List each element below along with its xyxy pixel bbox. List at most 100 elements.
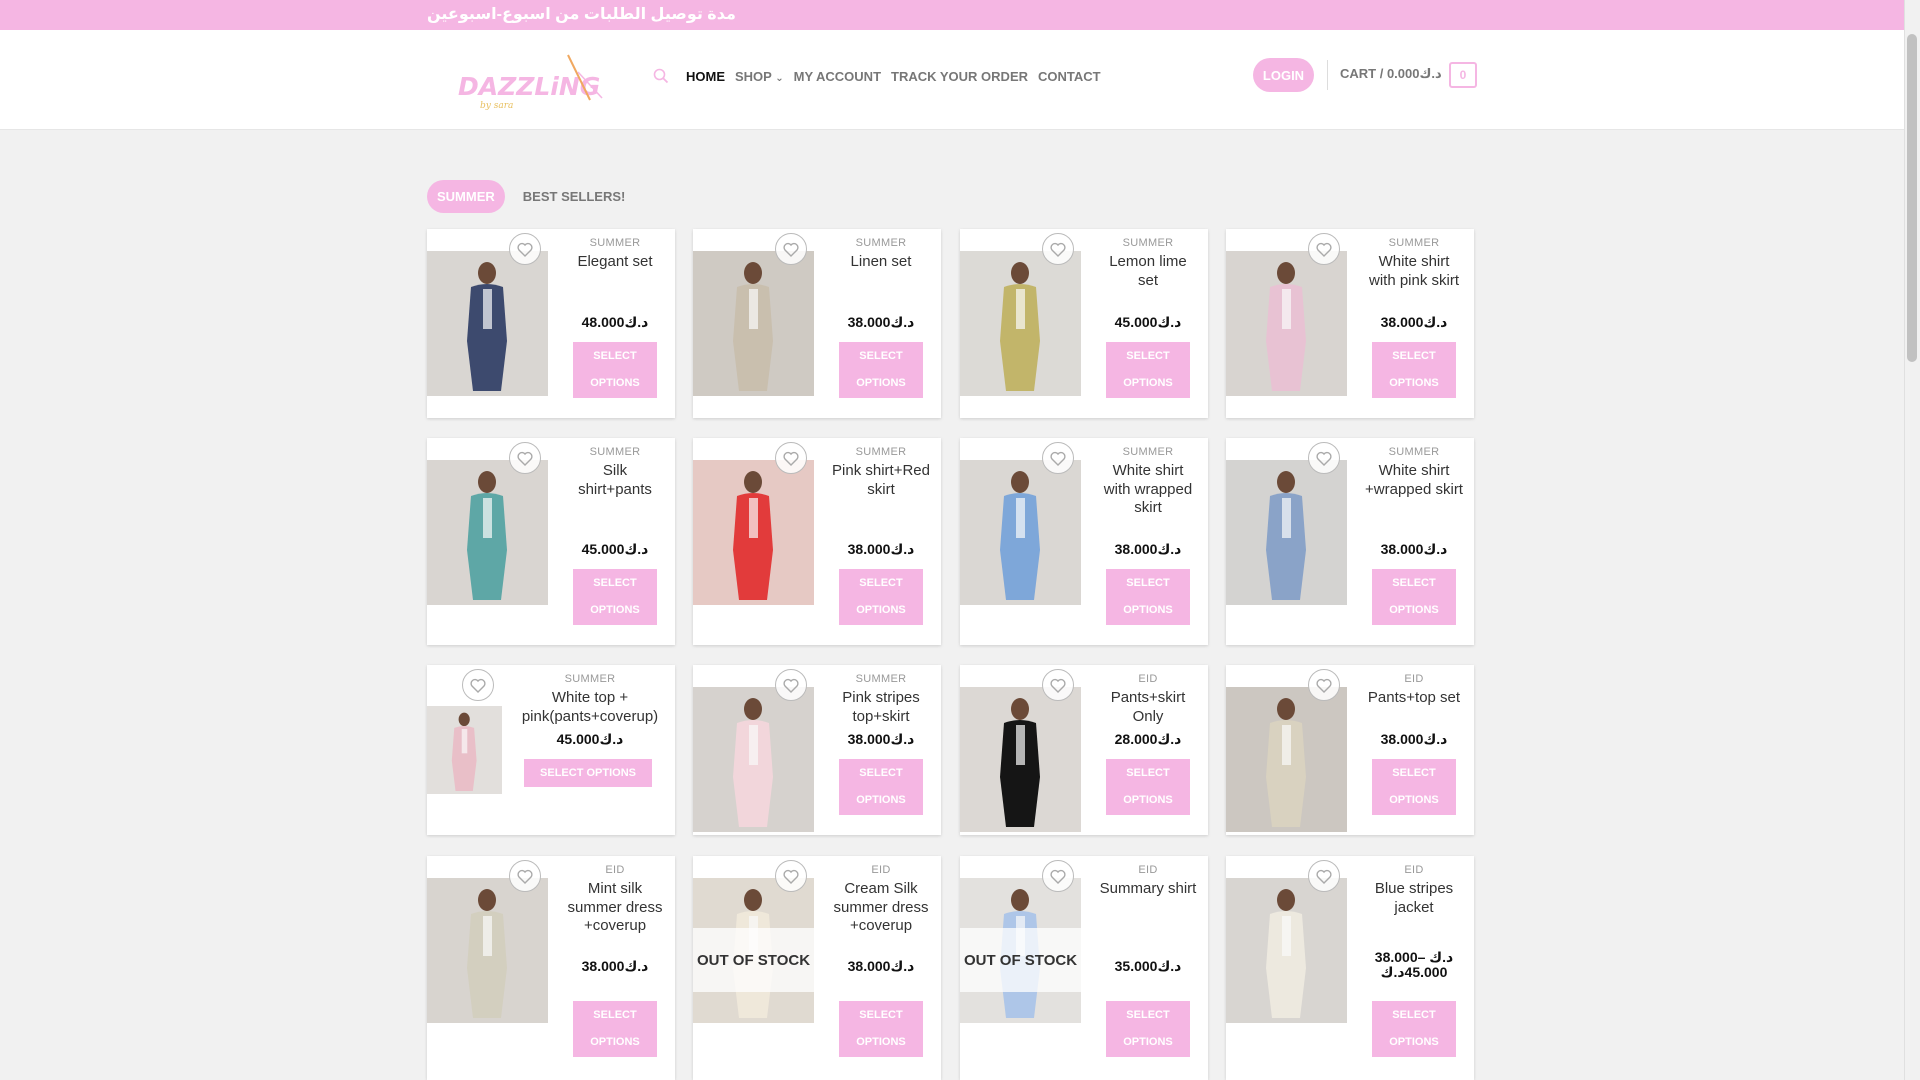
wishlist-heart-icon[interactable] xyxy=(1308,442,1340,474)
search-icon[interactable] xyxy=(650,66,672,86)
product-image[interactable]: OUT OF STOCK xyxy=(960,878,1081,1023)
nav-track-order[interactable]: TRACK YOUR ORDER xyxy=(891,69,1028,84)
select-options-button[interactable]: SELECT OPTIONS xyxy=(573,342,657,398)
product-image[interactable] xyxy=(427,878,548,1023)
product-title[interactable]: Pants+skirt Only xyxy=(1098,689,1198,726)
product-card[interactable]: SUMMER Linen set 38.000د.ك SELECT OPTIONS xyxy=(693,229,941,418)
nav-my-account[interactable]: MY ACCOUNT xyxy=(794,69,881,84)
product-title[interactable]: Silk shirt+pants xyxy=(565,462,665,499)
product-image[interactable] xyxy=(693,251,814,396)
product-title[interactable]: White shirt with wrapped skirt xyxy=(1098,462,1198,518)
product-category: EID xyxy=(605,864,625,876)
product-card[interactable]: EID Mint silk summer dress +coverup 38.0… xyxy=(427,856,675,1080)
wishlist-heart-icon[interactable] xyxy=(775,669,807,701)
nav-home[interactable]: HOME xyxy=(686,69,725,84)
select-options-button[interactable]: SELECT OPTIONS xyxy=(839,1001,923,1057)
select-options-button[interactable]: SELECT OPTIONS xyxy=(524,759,652,787)
scrollbar-thumb[interactable] xyxy=(1907,34,1917,362)
product-card[interactable]: OUT OF STOCK EID Summary shirt 35.000د.ك… xyxy=(960,856,1208,1080)
product-image[interactable] xyxy=(693,460,814,605)
product-title[interactable]: Mint silk summer dress +coverup xyxy=(565,880,665,936)
product-image[interactable] xyxy=(1226,878,1347,1023)
product-card[interactable]: SUMMER White shirt +wrapped skirt 38.000… xyxy=(1226,438,1474,645)
wishlist-heart-icon[interactable] xyxy=(509,860,541,892)
product-image[interactable] xyxy=(427,706,502,794)
select-options-button[interactable]: SELECT OPTIONS xyxy=(1372,342,1456,398)
product-title[interactable]: Pink shirt+Red skirt xyxy=(831,462,931,499)
product-title[interactable]: Blue stripes jacket xyxy=(1364,880,1464,917)
product-card[interactable]: SUMMER White shirt with pink skirt 38.00… xyxy=(1226,229,1474,418)
product-image[interactable]: OUT OF STOCK xyxy=(693,878,814,1023)
product-image[interactable] xyxy=(960,251,1081,396)
select-options-button[interactable]: SELECT OPTIONS xyxy=(1106,759,1190,815)
wishlist-heart-icon[interactable] xyxy=(1308,860,1340,892)
product-card[interactable]: EID Pants+skirt Only 28.000د.ك SELECT OPT… xyxy=(960,665,1208,835)
product-title[interactable]: White top + pink(pants+coverup) xyxy=(515,689,665,726)
select-options-button[interactable]: SELECT OPTIONS xyxy=(839,759,923,815)
select-options-button[interactable]: SELECT OPTIONS xyxy=(1106,1001,1190,1057)
product-image-art xyxy=(427,706,502,794)
product-card[interactable]: OUT OF STOCK EID Cream Silk summer dress… xyxy=(693,856,941,1080)
wishlist-heart-icon[interactable] xyxy=(509,233,541,265)
product-image[interactable] xyxy=(1226,251,1347,396)
wishlist-heart-icon[interactable] xyxy=(1308,669,1340,701)
product-card[interactable]: EID Pants+top set 38.000د.ك SELECT OPTION… xyxy=(1226,665,1474,835)
wishlist-heart-icon[interactable] xyxy=(509,442,541,474)
select-options-button[interactable]: SELECT OPTIONS xyxy=(1372,759,1456,815)
product-image[interactable] xyxy=(960,460,1081,605)
product-card[interactable]: SUMMER Silk shirt+pants 45.000د.ك SELECT … xyxy=(427,438,675,645)
select-options-button[interactable]: SELECT OPTIONS xyxy=(1106,569,1190,625)
product-card[interactable]: SUMMER White shirt with wrapped skirt 38… xyxy=(960,438,1208,645)
select-options-button[interactable]: SELECT OPTIONS xyxy=(573,569,657,625)
product-title[interactable]: White shirt +wrapped skirt xyxy=(1364,462,1464,499)
product-image[interactable] xyxy=(427,251,548,396)
product-card[interactable]: EID Blue stripes jacket 38.000د.ك – 45.0… xyxy=(1226,856,1474,1080)
product-title[interactable]: Pink stripes top+skirt xyxy=(831,689,931,726)
product-price: 38.000د.ك xyxy=(1380,314,1448,330)
nav-contact[interactable]: CONTACT xyxy=(1038,69,1101,84)
product-card[interactable]: SUMMER Lemon lime set 45.000د.ك SELECT OP… xyxy=(960,229,1208,418)
login-button[interactable]: LOGIN xyxy=(1253,58,1314,92)
product-title[interactable]: Pants+top set xyxy=(1364,689,1464,708)
product-card[interactable]: SUMMER Pink shirt+Red skirt 38.000د.ك SEL… xyxy=(693,438,941,645)
wishlist-heart-icon[interactable] xyxy=(1042,669,1074,701)
wishlist-heart-icon[interactable] xyxy=(1042,442,1074,474)
wishlist-heart-icon[interactable] xyxy=(462,669,494,701)
product-image[interactable] xyxy=(1226,687,1347,832)
wishlist-heart-icon[interactable] xyxy=(775,233,807,265)
cart-link[interactable]: CART / 0.000د.ك xyxy=(1340,66,1442,82)
product-card[interactable]: SUMMER Elegant set 48.000د.ك SELECT OPTIO… xyxy=(427,229,675,418)
nav-shop[interactable]: SHOP ⌄ xyxy=(735,69,784,84)
product-card[interactable]: SUMMER White top + pink(pants+coverup) 4… xyxy=(427,665,675,835)
product-title[interactable]: Linen set xyxy=(831,253,931,272)
tab-best-sellers[interactable]: BEST SELLERS! xyxy=(513,180,636,213)
product-title[interactable]: Cream Silk summer dress +coverup xyxy=(831,880,931,936)
product-title[interactable]: Summary shirt xyxy=(1098,880,1198,899)
product-image[interactable] xyxy=(693,687,814,832)
select-options-button[interactable]: SELECT OPTIONS xyxy=(1372,1001,1456,1057)
cart-count-badge[interactable]: 0 xyxy=(1449,62,1477,88)
site-logo[interactable]: DAZZLiNG by sara xyxy=(450,50,610,120)
product-image[interactable] xyxy=(427,460,548,605)
logo-icon: DAZZLiNG by sara xyxy=(458,54,603,111)
wishlist-heart-icon[interactable] xyxy=(775,860,807,892)
select-options-button[interactable]: SELECT OPTIONS xyxy=(839,569,923,625)
select-options-button[interactable]: SELECT OPTIONS xyxy=(573,1001,657,1057)
product-info: EID Summary shirt xyxy=(1098,864,1198,899)
wishlist-heart-icon[interactable] xyxy=(1308,233,1340,265)
product-title[interactable]: Elegant set xyxy=(565,253,665,272)
product-card[interactable]: SUMMER Pink stripes top+skirt 38.000د.ك S… xyxy=(693,665,941,835)
select-options-button[interactable]: SELECT OPTIONS xyxy=(839,342,923,398)
wishlist-heart-icon[interactable] xyxy=(1042,860,1074,892)
select-options-button[interactable]: SELECT OPTIONS xyxy=(1106,342,1190,398)
tab-summer[interactable]: SUMMER xyxy=(427,180,505,213)
product-title[interactable]: Lemon lime set xyxy=(1098,253,1198,290)
product-image-art xyxy=(427,251,548,396)
product-image[interactable] xyxy=(960,687,1081,832)
wishlist-heart-icon[interactable] xyxy=(775,442,807,474)
product-title[interactable]: White shirt with pink skirt xyxy=(1364,253,1464,290)
wishlist-heart-icon[interactable] xyxy=(1042,233,1074,265)
product-image[interactable] xyxy=(1226,460,1347,605)
scrollbar[interactable] xyxy=(1904,0,1920,1080)
select-options-button[interactable]: SELECT OPTIONS xyxy=(1372,569,1456,625)
